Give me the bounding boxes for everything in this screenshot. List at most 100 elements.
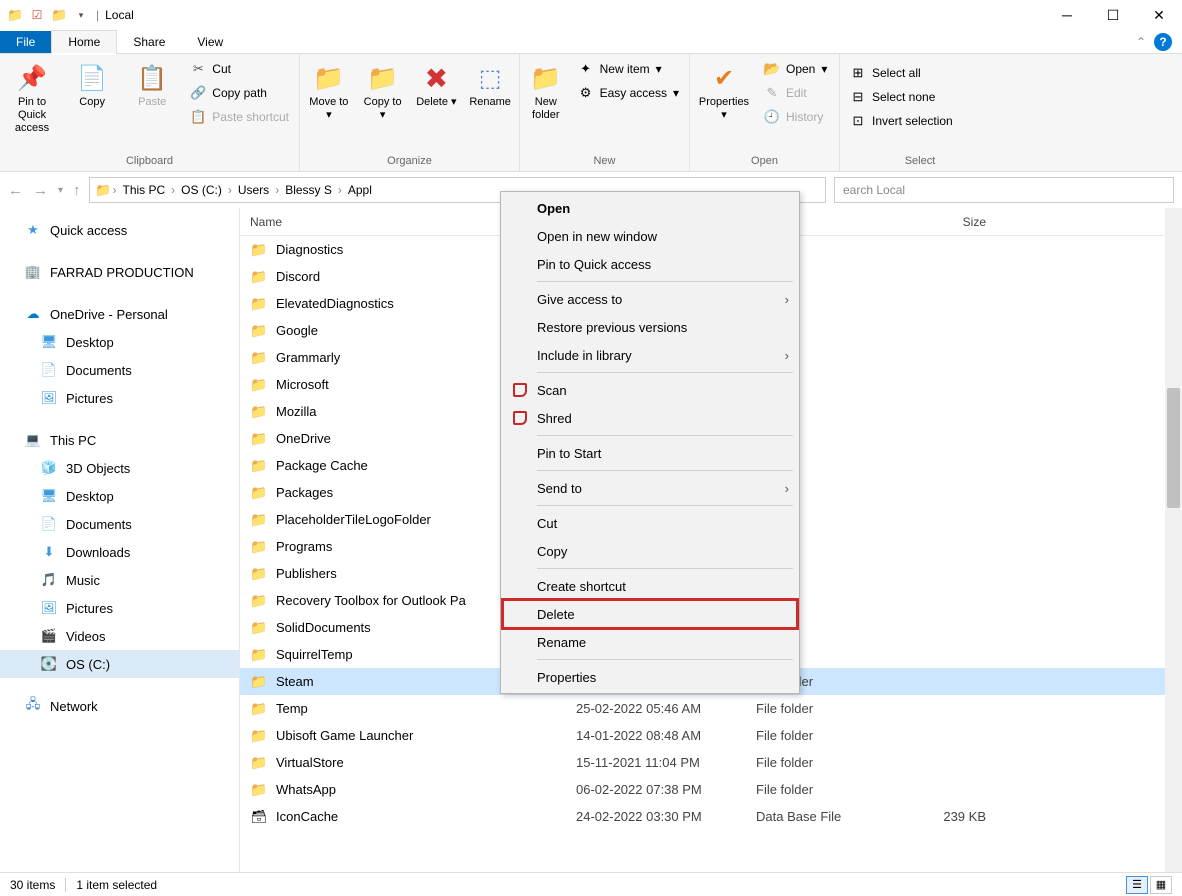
recent-dropdown[interactable]: ▾ <box>58 185 63 196</box>
ctx-rename[interactable]: Rename <box>503 628 797 656</box>
nav-3d-objects[interactable]: 🧊3D Objects <box>0 454 239 482</box>
help-icon[interactable]: ? <box>1154 33 1172 51</box>
back-button[interactable]: ← <box>8 182 23 199</box>
ctx-send-to[interactable]: Send to› <box>503 474 797 502</box>
file-date: 24-02-2022 03:30 PM <box>566 809 746 824</box>
file-row[interactable]: 📁Ubisoft Game Launcher14-01-2022 08:48 A… <box>240 722 1182 749</box>
select-none-button[interactable]: ⊟Select none <box>844 86 959 108</box>
ctx-include-library[interactable]: Include in library› <box>503 341 797 369</box>
nav-os-c[interactable]: 💽OS (C:) <box>0 650 239 678</box>
ribbon: 📌 Pin to Quick access 📄 Copy 📋 Paste ✂Cu… <box>0 54 1182 172</box>
ctx-give-access[interactable]: Give access to› <box>503 285 797 313</box>
tab-view[interactable]: View <box>181 31 239 53</box>
invert-selection-button[interactable]: ⊡Invert selection <box>844 110 959 132</box>
ctx-scan[interactable]: Scan <box>503 376 797 404</box>
new-folder-button[interactable]: 📁New folder <box>524 58 568 126</box>
context-menu: Open Open in new window Pin to Quick acc… <box>500 191 800 694</box>
nav-network[interactable]: 🖧Network <box>0 692 239 720</box>
maximize-button[interactable]: ☐ <box>1090 0 1136 30</box>
history-button[interactable]: 🕘History <box>758 106 833 128</box>
file-name: Recovery Toolbox for Outlook Pa <box>276 593 466 608</box>
properties-button[interactable]: ✔Properties ▾ <box>694 58 754 126</box>
cut-button[interactable]: ✂Cut <box>184 58 295 80</box>
nav-desktop[interactable]: 🖥Desktop <box>0 482 239 510</box>
search-input[interactable]: earch Local <box>834 177 1174 203</box>
ctx-restore[interactable]: Restore previous versions <box>503 313 797 341</box>
ribbon-tabs: File Home Share View ⌃ ? <box>0 30 1182 54</box>
paste-button[interactable]: 📋 Paste <box>124 58 180 113</box>
nav-farrad[interactable]: 🏢FARRAD PRODUCTION <box>0 258 239 286</box>
folder-icon: 📁 <box>250 727 268 745</box>
folder-icon: 🗃 <box>250 808 268 826</box>
qat-newfolder-icon[interactable]: 📁 <box>50 6 68 24</box>
nav-documents[interactable]: 📄Documents <box>0 510 239 538</box>
move-to-button[interactable]: 📁Move to ▾ <box>304 58 354 126</box>
ctx-pin-start[interactable]: Pin to Start <box>503 439 797 467</box>
ctx-cut[interactable]: Cut <box>503 509 797 537</box>
nav-this-pc[interactable]: 💻This PC <box>0 426 239 454</box>
ctx-pin-quick[interactable]: Pin to Quick access <box>503 250 797 278</box>
view-details-button[interactable]: ☰ <box>1126 876 1148 894</box>
scrollbar-thumb[interactable] <box>1167 388 1180 508</box>
ctx-copy[interactable]: Copy <box>503 537 797 565</box>
paste-shortcut-button[interactable]: 📋Paste shortcut <box>184 106 295 128</box>
file-row[interactable]: 📁VirtualStore15-11-2021 11:04 PMFile fol… <box>240 749 1182 776</box>
crumb-user[interactable]: Blessy S <box>281 181 336 199</box>
crumb-osc[interactable]: OS (C:) <box>177 181 226 199</box>
up-button[interactable]: ↑ <box>73 182 81 199</box>
copy-path-button[interactable]: 🔗Copy path <box>184 82 295 104</box>
shield-icon <box>511 381 529 399</box>
view-large-icons-button[interactable]: ▦ <box>1150 876 1172 894</box>
status-bar: 30 items 1 item selected ☰ ▦ <box>0 872 1182 896</box>
nav-pictures[interactable]: 🖼Pictures <box>0 594 239 622</box>
file-row[interactable]: 📁WhatsApp06-02-2022 07:38 PMFile folder <box>240 776 1182 803</box>
ctx-create-shortcut[interactable]: Create shortcut <box>503 572 797 600</box>
ctx-delete[interactable]: Delete <box>503 600 797 628</box>
copy-button[interactable]: 📄 Copy <box>64 58 120 113</box>
copy-to-button[interactable]: 📁Copy to ▾ <box>358 58 408 126</box>
nav-onedrive[interactable]: ☁OneDrive - Personal <box>0 300 239 328</box>
file-name: PlaceholderTileLogoFolder <box>276 512 431 527</box>
tab-home[interactable]: Home <box>51 30 117 55</box>
delete-button[interactable]: ✖Delete ▾ <box>412 58 462 113</box>
select-all-button[interactable]: ⊞Select all <box>844 62 959 84</box>
ctx-shred[interactable]: Shred <box>503 404 797 432</box>
minimize-button[interactable]: ─ <box>1044 0 1090 30</box>
new-item-button[interactable]: ✦New item ▾ <box>572 58 685 80</box>
nav-od-documents[interactable]: 📄Documents <box>0 356 239 384</box>
nav-downloads[interactable]: ⬇Downloads <box>0 538 239 566</box>
file-row[interactable]: 🗃IconCache24-02-2022 03:30 PMData Base F… <box>240 803 1182 830</box>
file-row[interactable]: 📁Temp25-02-2022 05:46 AMFile folder <box>240 695 1182 722</box>
file-name: Programs <box>276 539 332 554</box>
nav-music[interactable]: 🎵Music <box>0 566 239 594</box>
forward-button[interactable]: → <box>33 182 48 199</box>
qat-customize-icon[interactable]: ▾ <box>72 6 90 24</box>
ribbon-collapse-icon[interactable]: ⌃ <box>1136 35 1146 49</box>
qat-properties-icon[interactable]: ☑ <box>28 6 46 24</box>
nav-quick-access[interactable]: ★Quick access <box>0 216 239 244</box>
edit-button[interactable]: ✎Edit <box>758 82 833 104</box>
desktop-icon: 🖥 <box>40 487 58 505</box>
vertical-scrollbar[interactable] <box>1165 208 1182 872</box>
ctx-open[interactable]: Open <box>503 194 797 222</box>
ctx-properties[interactable]: Properties <box>503 663 797 691</box>
tab-share[interactable]: Share <box>117 31 181 53</box>
pictures-icon: 🖼 <box>40 599 58 617</box>
folder-icon: 📁 <box>250 592 268 610</box>
easy-access-button[interactable]: ⚙Easy access ▾ <box>572 82 685 104</box>
crumb-appl[interactable]: Appl <box>344 181 376 199</box>
rename-button[interactable]: ⬚Rename <box>465 58 515 113</box>
properties-icon: ✔ <box>708 62 740 94</box>
crumb-thispc[interactable]: This PC <box>118 181 169 199</box>
nav-videos[interactable]: 🎬Videos <box>0 622 239 650</box>
ctx-open-new-window[interactable]: Open in new window <box>503 222 797 250</box>
open-button[interactable]: 📂Open ▾ <box>758 58 833 80</box>
tab-file[interactable]: File <box>0 31 51 53</box>
close-button[interactable]: ✕ <box>1136 0 1182 30</box>
file-date: 15-11-2021 11:04 PM <box>566 755 746 770</box>
nav-od-desktop[interactable]: 🖥Desktop <box>0 328 239 356</box>
col-header-size[interactable]: Size <box>896 215 996 229</box>
nav-od-pictures[interactable]: 🖼Pictures <box>0 384 239 412</box>
pin-quick-access-button[interactable]: 📌 Pin to Quick access <box>4 58 60 139</box>
crumb-users[interactable]: Users <box>234 181 273 199</box>
